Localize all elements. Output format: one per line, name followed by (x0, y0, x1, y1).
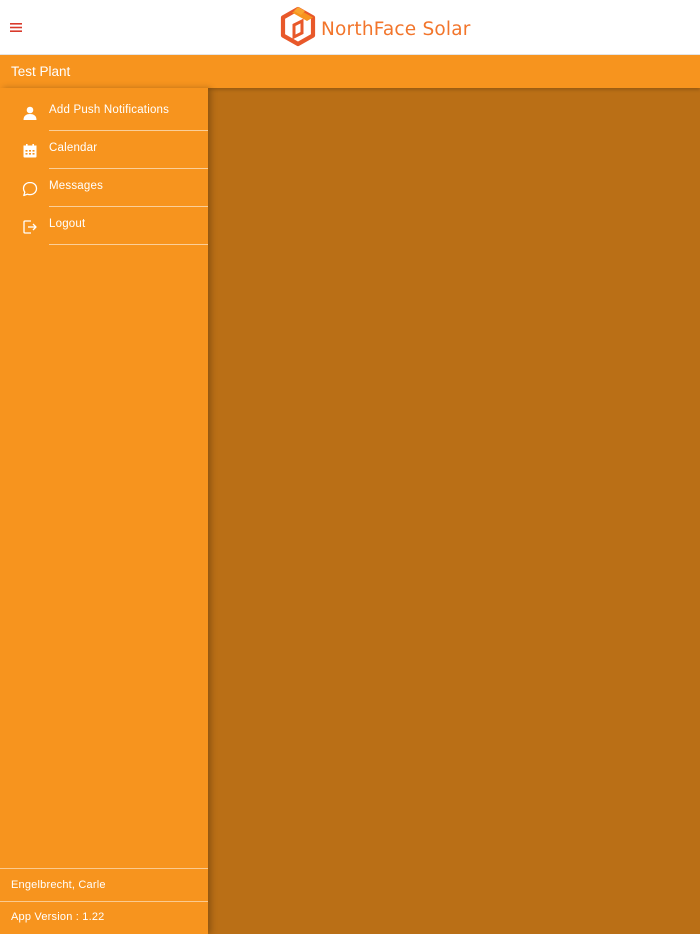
top-header: NorthFace Solar (0, 0, 700, 55)
drawer-item-calendar[interactable]: Calendar (0, 131, 208, 169)
drawer-item-label: Add Push Notifications (49, 104, 170, 116)
brand-logo[interactable]: NorthFace Solar (279, 6, 471, 53)
brand-name: NorthFace Solar (321, 18, 471, 40)
logout-icon (21, 218, 39, 236)
side-drawer: Add Push Notifications Calendar Messages… (0, 88, 208, 934)
drawer-item-messages[interactable]: Messages (0, 169, 208, 207)
person-icon (21, 104, 39, 122)
app-root: NorthFace Solar Test Plant Add Push Noti… (0, 0, 700, 934)
user-name: Engelbrecht, Carle (11, 879, 106, 891)
drawer-scrim-overlay[interactable] (208, 88, 700, 934)
hamburger-menu-icon[interactable] (8, 19, 24, 35)
page-title: Test Plant (11, 64, 71, 79)
drawer-item-logout[interactable]: Logout (0, 207, 208, 245)
chat-bubble-icon (21, 180, 39, 198)
page-title-bar: Test Plant (0, 55, 700, 88)
app-version: App Version : 1.22 (11, 911, 105, 923)
drawer-item-label: Messages (49, 180, 104, 192)
drawer-item-label: Calendar (49, 142, 98, 154)
divider (49, 244, 208, 245)
footer-divider (0, 868, 208, 869)
calendar-icon (21, 142, 39, 160)
drawer-item-add-push-notifications[interactable]: Add Push Notifications (0, 93, 208, 131)
drawer-item-label: Logout (49, 218, 86, 230)
house-logo-icon (279, 6, 317, 53)
footer-divider (0, 901, 208, 902)
